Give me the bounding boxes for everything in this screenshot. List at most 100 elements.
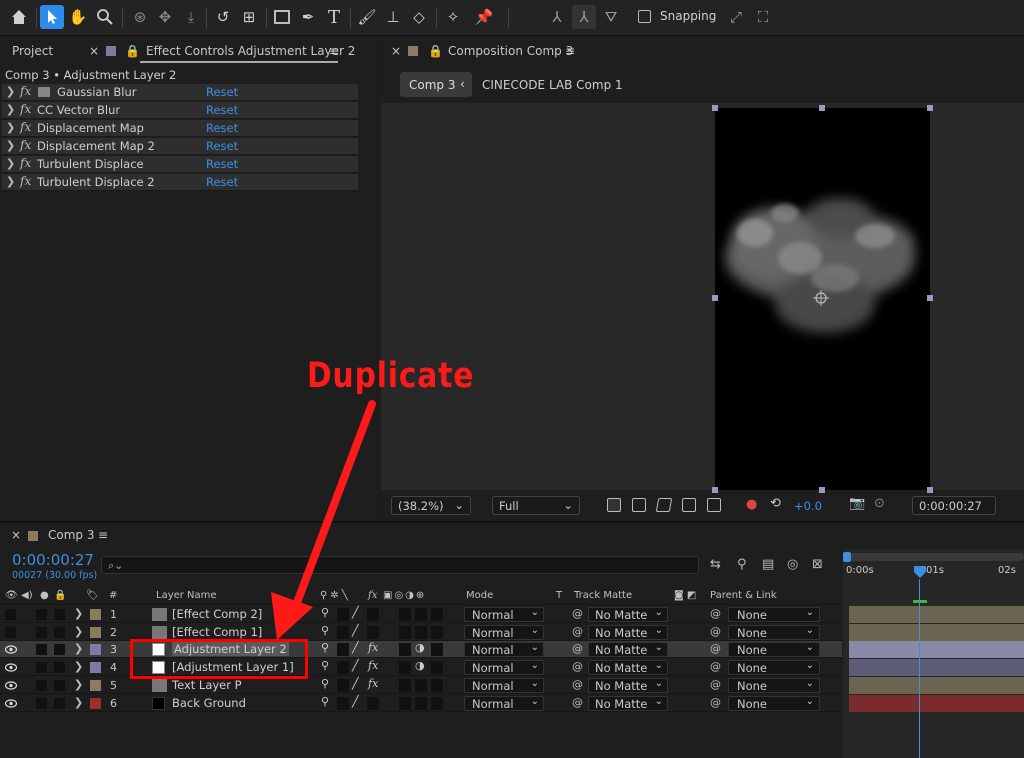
transform-handle[interactable]	[712, 105, 718, 111]
track-matte-dropdown[interactable]: No Matte ⌄	[588, 625, 668, 640]
mode-header[interactable]: Mode	[466, 590, 493, 601]
fx-toggle-icon[interactable]: fx	[20, 120, 31, 134]
shy-switch-icon[interactable]: ⚲	[321, 659, 329, 672]
pickwhip-icon[interactable]: @	[572, 696, 583, 709]
lock-switch[interactable]	[54, 644, 65, 655]
mask-visibility-icon[interactable]	[655, 498, 673, 512]
parent-pickwhip-icon[interactable]: @	[710, 607, 721, 620]
reset-link[interactable]: Reset	[206, 139, 238, 153]
panel-menu-icon[interactable]: ≡	[329, 44, 339, 58]
orbit-camera-icon[interactable]: ⊛	[128, 5, 152, 29]
mode-dropdown[interactable]: Normal ⌄	[464, 607, 544, 622]
lock-icon[interactable]: 🔒	[428, 44, 443, 58]
chevron-right-icon[interactable]: ❯	[6, 157, 15, 170]
fx-switch-icon[interactable]: fx	[368, 641, 378, 654]
transform-handle[interactable]	[927, 105, 933, 111]
pickwhip-icon[interactable]: @	[572, 678, 583, 691]
snap-options-icon[interactable]: ⛶	[751, 5, 775, 29]
solo-switch[interactable]	[36, 680, 47, 691]
collapse-switch[interactable]	[337, 643, 349, 656]
solo-switch[interactable]	[36, 644, 47, 655]
effect-row[interactable]: ❯ fx Gaussian Blur Reset	[2, 84, 358, 101]
track-matte-dropdown[interactable]: No Matte ⌄	[588, 642, 668, 657]
collapse-switch[interactable]	[337, 697, 349, 710]
shy-switch-icon[interactable]: ⚲	[321, 695, 329, 708]
tab-project[interactable]: Project	[12, 44, 53, 58]
exposure-value[interactable]: +0.0	[794, 499, 822, 513]
adjustment-switch-icon[interactable]: ◑	[415, 641, 425, 654]
snap-expand-icon[interactable]: ⤢	[724, 5, 748, 29]
type-tool-icon[interactable]: T	[322, 5, 346, 29]
panel-menu-icon[interactable]: ≡	[98, 528, 108, 542]
fx-toggle-icon[interactable]: fx	[20, 84, 31, 98]
collapse-switch[interactable]	[337, 661, 349, 674]
3d-switch[interactable]	[431, 626, 443, 639]
comp-breadcrumb-item[interactable]: CINECODE LAB Comp 1	[482, 78, 623, 92]
tab-timeline-comp[interactable]: Comp 3	[48, 528, 94, 542]
shy-switch-icon[interactable]: ⚲	[321, 641, 329, 654]
mode-dropdown[interactable]: Normal ⌄	[464, 696, 544, 711]
fx-toggle-icon[interactable]: fx	[20, 174, 31, 188]
track-matte-dropdown[interactable]: No Matte ⌄	[588, 678, 668, 693]
video-switch-icon[interactable]: 👁	[5, 590, 18, 601]
rotation-tool-icon[interactable]: ↺	[211, 5, 235, 29]
reset-link[interactable]: Reset	[206, 103, 238, 117]
3d-switch[interactable]	[431, 643, 443, 656]
shy-layers-icon[interactable]: ▤	[762, 557, 774, 572]
shy-switch-icon[interactable]: ⚲	[321, 624, 329, 637]
local-axis-icon[interactable]: ⅄	[545, 5, 569, 29]
close-icon[interactable]: ×	[89, 44, 99, 58]
layer-label-color[interactable]	[90, 698, 101, 709]
parent-dropdown[interactable]: None ⌄	[728, 642, 820, 657]
close-icon[interactable]: ×	[391, 44, 401, 58]
adjustment-switch[interactable]	[415, 679, 427, 692]
reset-link[interactable]: Reset	[206, 175, 238, 189]
3d-switch[interactable]	[431, 661, 443, 674]
effect-switch[interactable]	[367, 626, 379, 639]
chevron-right-icon[interactable]: ❯	[74, 678, 83, 691]
layer-row[interactable]: ❯ 6 Back Ground ⚲ ╱ Normal ⌄ @ No Matte ⌄ …	[0, 695, 842, 712]
brush-tool-icon[interactable]: 🖌	[355, 5, 379, 29]
lock-switch[interactable]	[54, 627, 65, 638]
layer-label-color[interactable]	[90, 644, 101, 655]
fx-switch-icon[interactable]: fx	[368, 677, 378, 690]
snapping-checkbox[interactable]	[638, 10, 651, 23]
parent-pickwhip-icon[interactable]: @	[710, 625, 721, 638]
3d-switch[interactable]	[431, 679, 443, 692]
pen-tool-icon[interactable]: ✒	[296, 5, 320, 29]
layer-label-color[interactable]	[90, 680, 101, 691]
playhead-icon[interactable]	[912, 564, 928, 580]
hand-tool-icon[interactable]: ✋	[66, 5, 90, 29]
pickwhip-icon[interactable]: @	[572, 607, 583, 620]
transparency-grid-icon[interactable]	[632, 498, 646, 512]
motion-blur-switch[interactable]	[399, 608, 411, 621]
chevron-right-icon[interactable]: ❯	[6, 121, 15, 134]
region-of-interest-icon[interactable]	[682, 498, 696, 512]
chevron-right-icon[interactable]: ❯	[74, 660, 83, 673]
eye-icon[interactable]	[4, 662, 18, 673]
parent-pickwhip-icon[interactable]: @	[710, 642, 721, 655]
puppet-pin-icon[interactable]: 📌	[472, 5, 496, 29]
motion-blur-switch[interactable]	[399, 643, 411, 656]
track-matte-dropdown[interactable]: No Matte ⌄	[588, 607, 668, 622]
fx-switch-icon[interactable]: fx	[368, 659, 378, 672]
anchor-point-icon[interactable]	[813, 290, 829, 306]
layer-label-color[interactable]	[90, 627, 101, 638]
current-time-display[interactable]: 0:00:00:27	[912, 496, 996, 515]
layer-row[interactable]: ❯ 4 [Adjustment Layer 1] ⚲ ╱ fx ◑ Normal…	[0, 659, 842, 676]
eraser-tool-icon[interactable]: ◇	[407, 5, 431, 29]
layer-search-input[interactable]	[101, 556, 699, 574]
work-area-start-handle[interactable]	[843, 552, 851, 562]
parent-link-header[interactable]: Parent & Link	[710, 590, 777, 601]
pickwhip-icon[interactable]: @	[572, 660, 583, 673]
eye-icon[interactable]	[4, 698, 18, 709]
quality-switch-icon[interactable]: ╱	[352, 659, 359, 672]
parent-pickwhip-icon[interactable]: @	[710, 660, 721, 673]
quality-switch-icon[interactable]: ╱	[352, 695, 359, 708]
chevron-right-icon[interactable]: ❯	[6, 103, 15, 116]
layer-name[interactable]: Text Layer P	[172, 678, 242, 692]
pickwhip-icon[interactable]: @	[572, 642, 583, 655]
mode-dropdown[interactable]: Normal ⌄	[464, 642, 544, 657]
track-matte-dropdown[interactable]: No Matte ⌄	[588, 660, 668, 675]
lock-switch[interactable]	[54, 698, 65, 709]
